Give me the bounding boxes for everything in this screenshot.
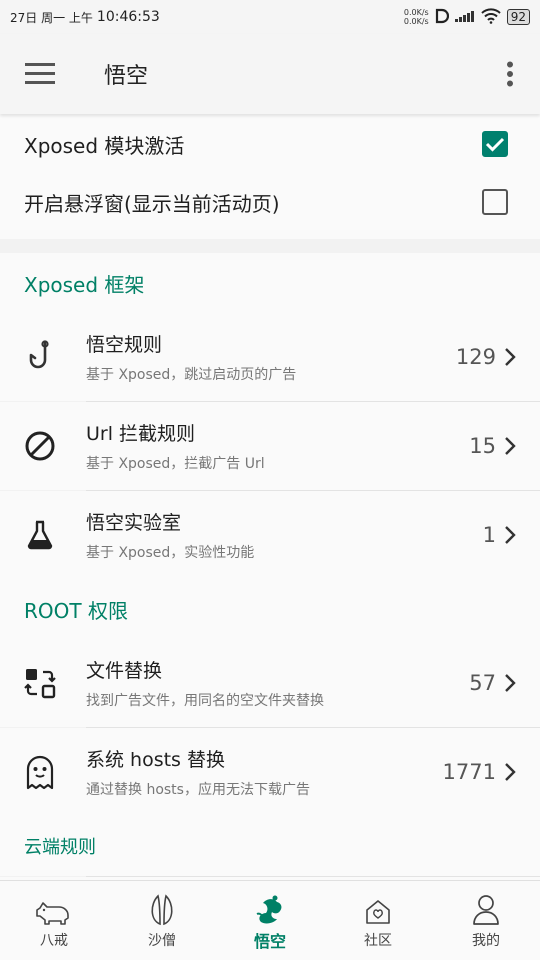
list-item-wukong-lab[interactable]: 悟空实验室 基于 Xposed，实验性功能 1 [0,491,540,579]
item-count: 15 [469,434,496,458]
list-item-hosts-replace[interactable]: 系统 hosts 替换 通过替换 hosts，应用无法下载广告 1771 [0,728,540,816]
menu-button[interactable] [0,34,80,114]
item-subtitle: 基于 Xposed，实验性功能 [86,545,255,561]
item-title: 文件替换 [86,660,163,682]
app-bar: 悟空 [0,34,540,114]
item-subtitle: 基于 Xposed，拦截广告 Url [86,456,265,472]
list-item-wukong-rules[interactable]: 悟空规则 基于 Xposed，跳过启动页的广告 129 [0,313,540,401]
floating-window-checkbox[interactable] [482,189,508,215]
item-subtitle: 基于 Xposed，跳过启动页的广告 [86,367,297,383]
signal-icon [454,10,475,25]
nav-label: 我的 [472,932,500,949]
chevron-right-icon [504,525,540,545]
swap-icon [0,639,86,727]
check-icon [485,137,505,152]
nav-tab-community[interactable]: 社区 [324,881,432,960]
network-speed: 0.0K/s 0.0K/s [403,8,429,26]
pig-icon [36,892,72,926]
chevron-right-icon [504,762,540,782]
nav-tab-bajie[interactable]: 八戒 [0,881,108,960]
section-gap [0,239,540,253]
leaf-icon [148,892,176,926]
toggle-card: Xposed 模块激活 开启悬浮窗(显示当前活动页) [0,114,540,239]
monkey-icon [255,890,285,924]
section-title-cloud: 云端规则 [0,816,540,876]
item-count: 57 [469,671,496,695]
item-title: Url 拦截规则 [86,423,196,445]
toggle-xposed-active[interactable]: Xposed 模块激活 [0,115,540,173]
flask-icon [0,491,86,579]
toggle-label: 开启悬浮窗(显示当前活动页) [24,191,280,216]
list-item-url-block-rules[interactable]: Url 拦截规则 基于 Xposed，拦截广告 Url 15 [0,402,540,490]
person-icon [472,892,500,926]
item-subtitle: 通过替换 hosts，应用无法下载广告 [86,782,310,798]
chevron-right-icon [504,347,540,367]
item-count: 1 [482,523,496,547]
community-icon [364,892,392,926]
item-title: 悟空实验室 [86,512,182,534]
section-title-root: ROOT 权限 [0,579,540,639]
toggle-floating-window[interactable]: 开启悬浮窗(显示当前活动页) [0,173,540,231]
toggle-label: Xposed 模块激活 [24,133,185,158]
main-content: Xposed 模块激活 开启悬浮窗(显示当前活动页) Xposed 框架 悟空规… [0,114,540,880]
nav-tab-shaseng[interactable]: 沙僧 [108,881,216,960]
chevron-right-icon [504,673,540,693]
list-item-file-replace[interactable]: 文件替换 找到广告文件，用同名的空文件夹替换 57 [0,639,540,727]
status-bar: 27日 周一 上午 10:46:53 0.0K/s 0.0K/s 92 [0,0,540,34]
status-date: 27日 周一 上午 [10,10,93,25]
nav-label: 社区 [364,932,392,949]
nav-label: 悟空 [253,931,286,951]
app-notification-icon [435,8,449,27]
item-count: 129 [455,345,496,369]
overflow-menu-button[interactable] [480,34,540,114]
nav-label: 八戒 [40,932,68,949]
item-title: 系统 hosts 替换 [86,749,225,771]
item-title: 悟空规则 [86,334,163,356]
wifi-icon [481,7,501,27]
chevron-right-icon [504,436,540,456]
item-subtitle: 找到广告文件，用同名的空文件夹替换 [86,693,324,709]
bottom-navigation: 八戒 沙僧 悟空 社区 我的 [0,880,540,960]
nav-tab-wukong[interactable]: 悟空 [216,881,324,960]
nav-label: 沙僧 [148,932,176,949]
status-icons: 0.0K/s 0.0K/s 92 [403,7,530,27]
more-vert-icon [507,61,513,87]
section-title-xposed: Xposed 框架 [0,253,540,313]
nav-tab-mine[interactable]: 我的 [432,881,540,960]
hook-icon [0,313,86,401]
hamburger-icon [25,63,55,84]
battery-indicator: 92 [506,9,530,25]
block-icon [0,402,86,490]
xposed-active-checkbox[interactable] [482,131,508,157]
ghost-icon [0,728,86,816]
item-count: 1771 [442,760,496,784]
page-title: 悟空 [104,64,149,89]
status-time: 10:46:53 [96,9,160,25]
